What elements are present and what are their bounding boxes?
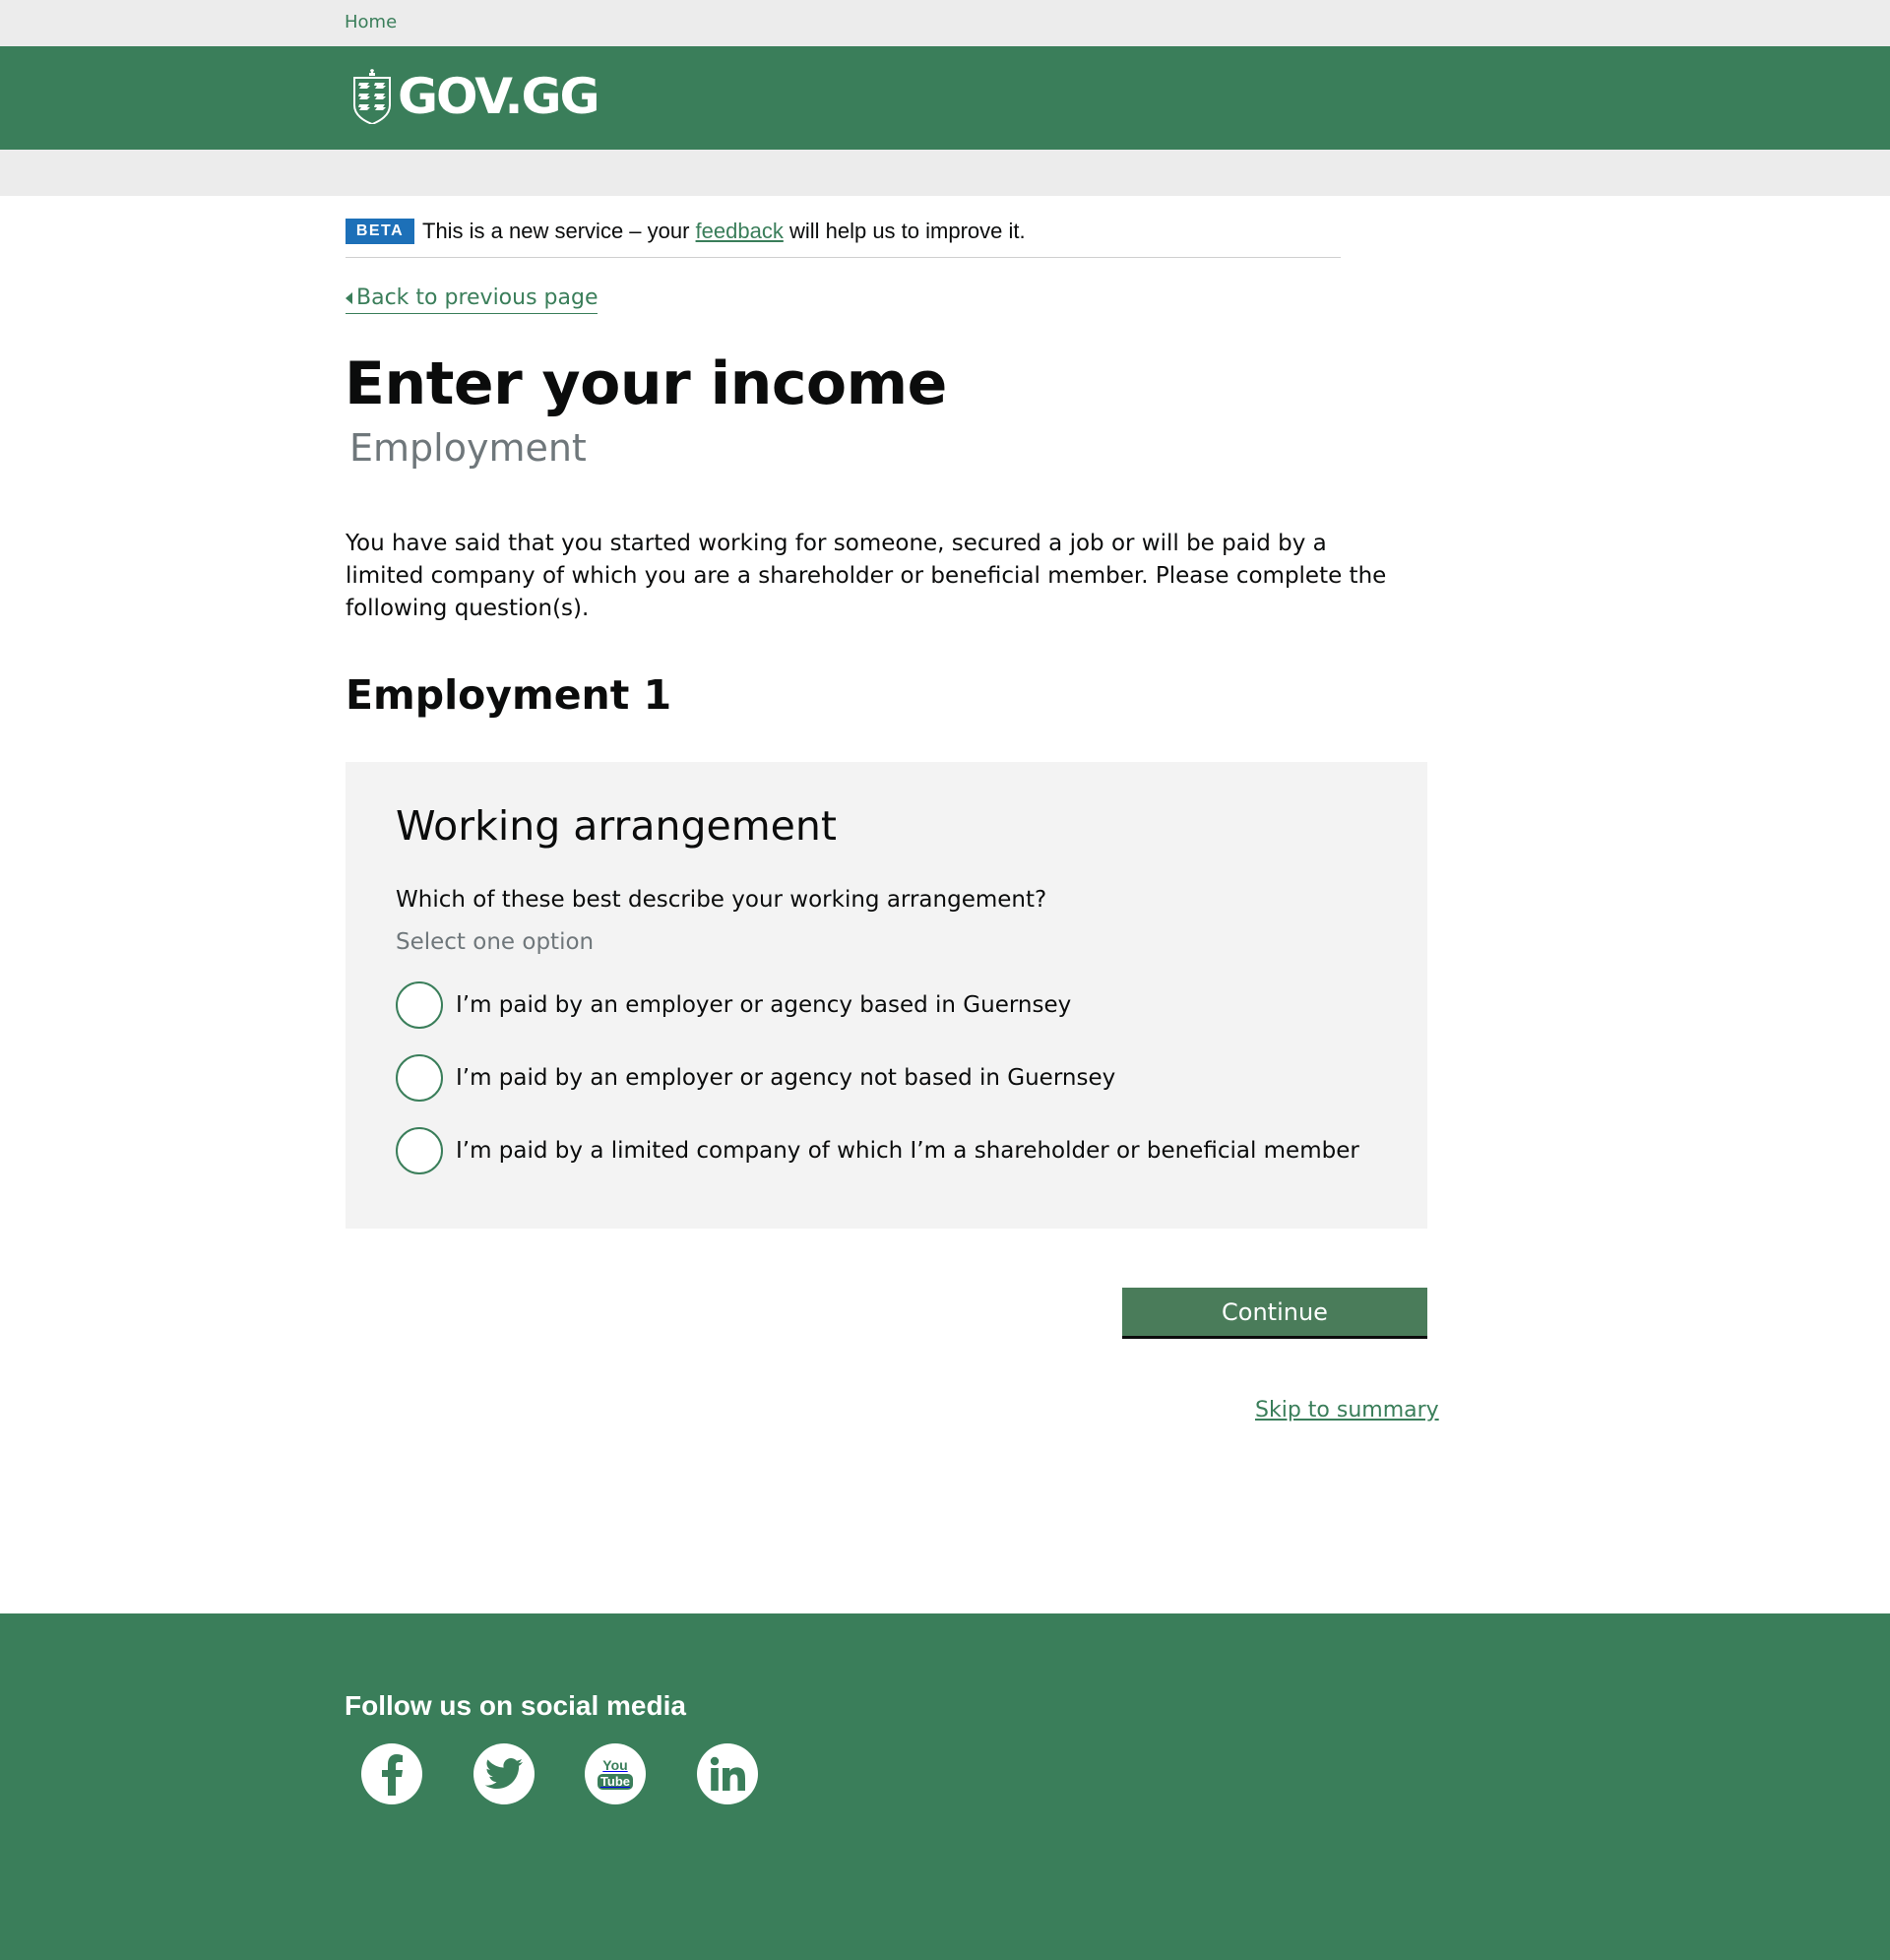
radio-option-non-guernsey-employer[interactable]: I’m paid by an employer or agency not ba… xyxy=(396,1053,1115,1103)
radio-label: I’m paid by an employer or agency not ba… xyxy=(456,1065,1116,1091)
beta-tag: BETA xyxy=(346,219,414,244)
youtube-text-tube: Tube xyxy=(597,1774,634,1790)
beta-text-before: This is a new service – your xyxy=(422,219,696,243)
twitter-icon xyxy=(485,1758,523,1790)
guernsey-crest-icon xyxy=(350,69,394,124)
top-utility-bar: Home xyxy=(0,0,1890,46)
working-arrangement-panel: Working arrangement Which of these best … xyxy=(346,762,1427,1229)
skip-to-summary-link[interactable]: Skip to summary xyxy=(1255,1398,1439,1423)
question-text: Which of these best describe your workin… xyxy=(396,887,1047,913)
radio-option-limited-company[interactable]: I’m paid by a limited company of which I… xyxy=(396,1126,1359,1175)
site-footer: Follow us on social media You Tube xyxy=(0,1613,1890,1960)
home-link[interactable]: Home xyxy=(345,12,397,32)
youtube-text-you: You xyxy=(602,1757,628,1773)
intro-text: You have said that you started working f… xyxy=(346,531,1387,621)
site-header: GOV.GG xyxy=(0,46,1890,150)
twitter-link[interactable] xyxy=(473,1743,535,1804)
beta-text-after: will help us to improve it. xyxy=(783,219,1026,243)
radio-button[interactable] xyxy=(396,1054,443,1102)
logo-text: GOV.GG xyxy=(398,68,600,125)
gov-gg-logo[interactable]: GOV.GG xyxy=(350,68,600,125)
beta-banner: BETA This is a new service – your feedba… xyxy=(346,219,1341,258)
radio-label: I’m paid by an employer or agency based … xyxy=(456,992,1072,1018)
continue-button[interactable]: Continue xyxy=(1122,1288,1427,1339)
linkedin-link[interactable] xyxy=(697,1743,758,1804)
hint-text: Select one option xyxy=(396,929,595,955)
back-arrow-icon xyxy=(346,291,352,304)
page-title: Enter your income xyxy=(345,349,947,418)
radio-button[interactable] xyxy=(396,1127,443,1174)
back-link-label: Back to previous page xyxy=(356,285,598,310)
page-caption: Employment xyxy=(349,426,587,470)
radio-option-guernsey-employer[interactable]: I’m paid by an employer or agency based … xyxy=(396,980,1071,1030)
beta-message: This is a new service – your feedback wi… xyxy=(422,219,1026,244)
youtube-icon: You Tube xyxy=(597,1757,634,1790)
youtube-link[interactable]: You Tube xyxy=(585,1743,646,1804)
facebook-icon xyxy=(377,1752,407,1796)
section-heading: Employment 1 xyxy=(346,671,672,719)
header-sub-bar xyxy=(0,150,1890,196)
radio-label: I’m paid by a limited company of which I… xyxy=(456,1138,1359,1164)
panel-heading: Working arrangement xyxy=(396,802,837,850)
linkedin-icon xyxy=(710,1756,745,1792)
facebook-link[interactable] xyxy=(361,1743,422,1804)
radio-button[interactable] xyxy=(396,981,443,1029)
follow-heading: Follow us on social media xyxy=(345,1690,686,1721)
back-link[interactable]: Back to previous page xyxy=(346,283,598,314)
feedback-link[interactable]: feedback xyxy=(696,219,784,243)
